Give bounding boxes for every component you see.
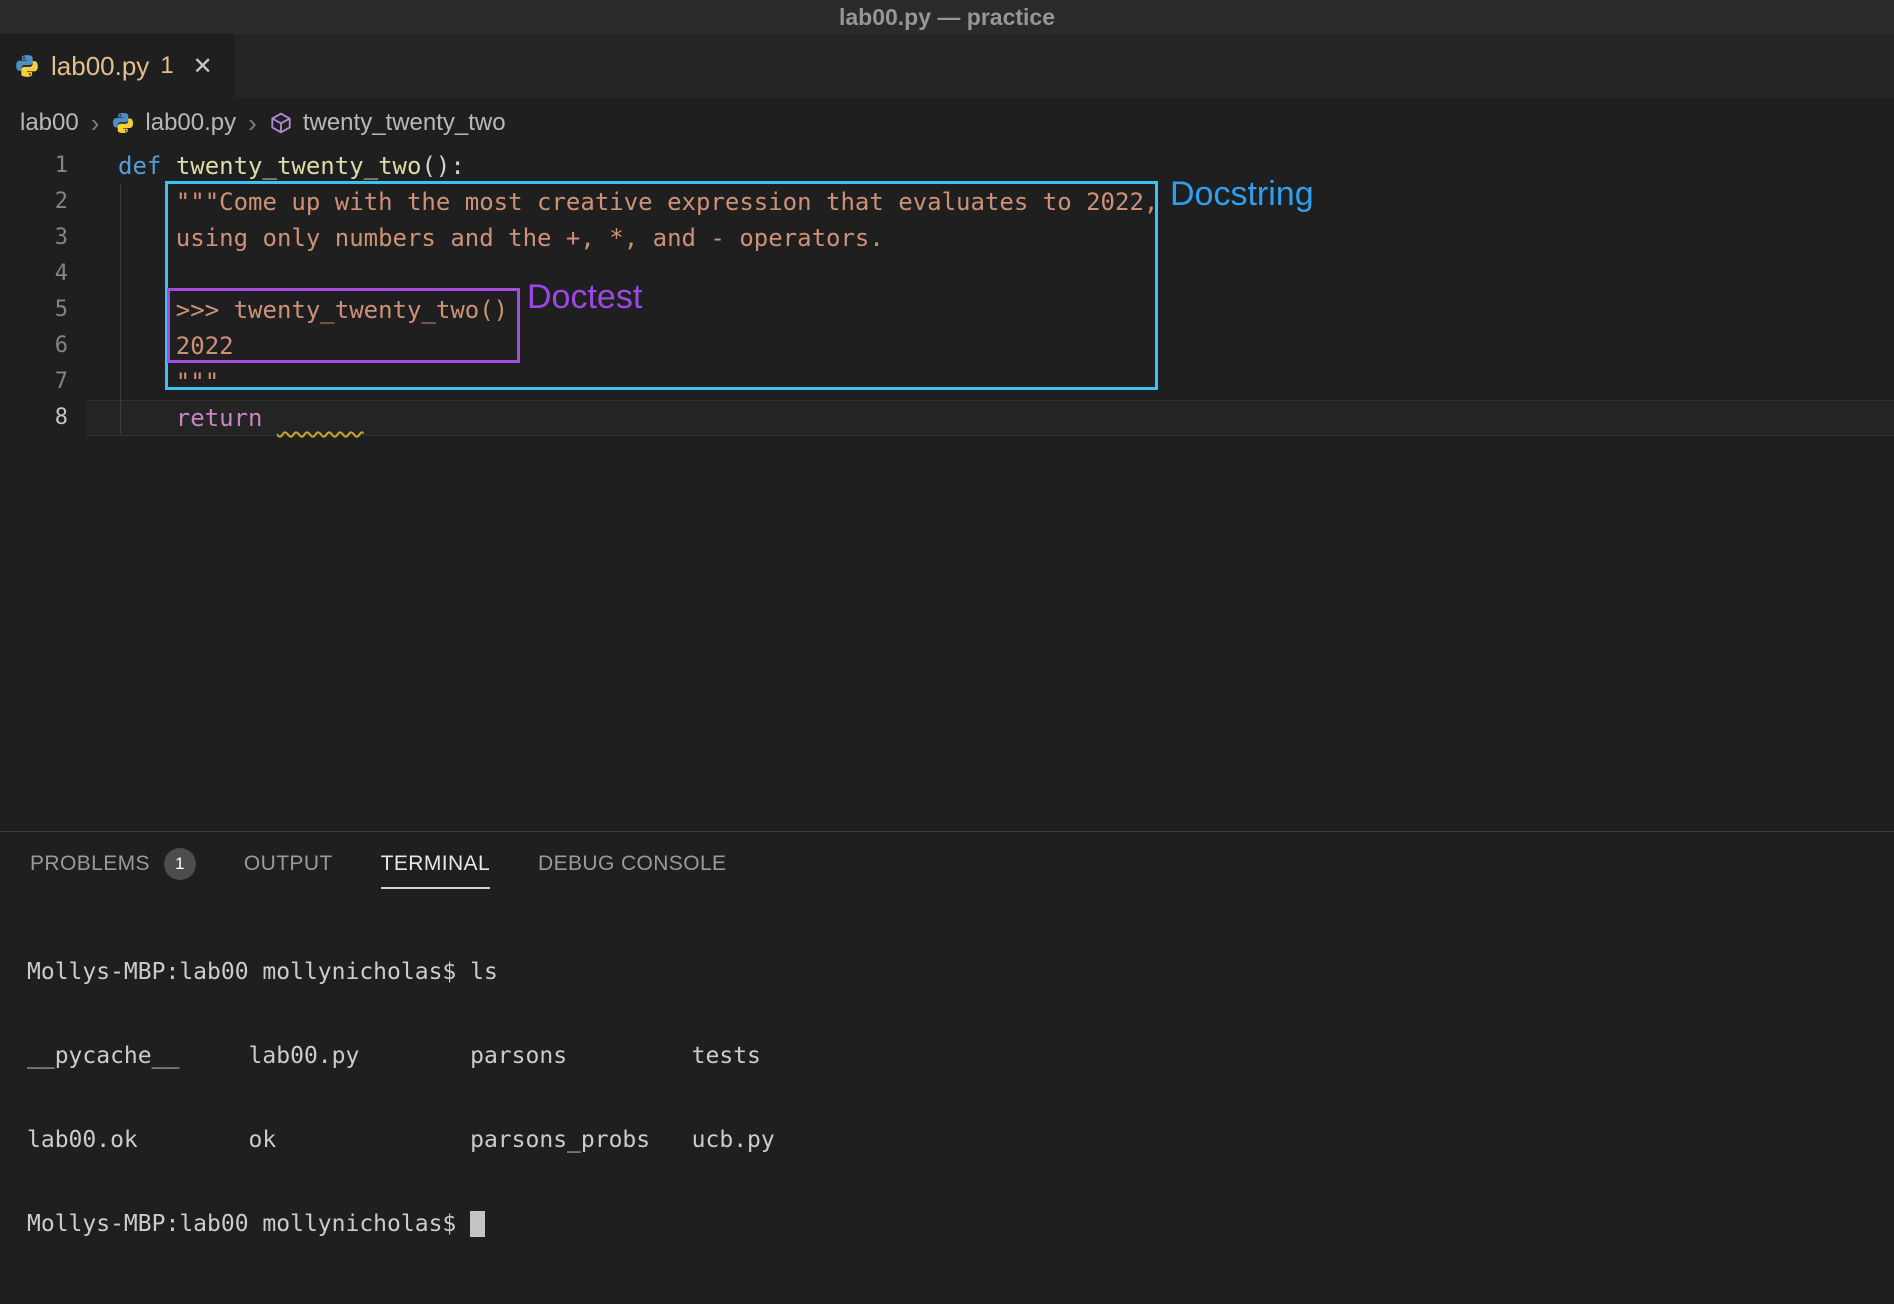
code-text[interactable]: """Come up with the most creative expres… (86, 184, 1894, 220)
python-icon (111, 111, 135, 135)
panel-tab-bar: PROBLEMS 1 OUTPUT TERMINAL DEBUG CONSOLE (0, 832, 1894, 896)
terminal-cursor (470, 1211, 485, 1237)
code-token (118, 368, 176, 396)
terminal-line: lab00.ok ok parsons_probs ucb.py (27, 1126, 1894, 1154)
line-number[interactable]: 5 (0, 292, 86, 328)
terminal-prompt-line: Mollys-MBP:lab00 mollynicholas$ (27, 1210, 1894, 1238)
code-token (263, 404, 277, 432)
tab-problem-count: 1 (160, 52, 173, 80)
editor-tab-lab00[interactable]: lab00.py 1 ✕ (0, 34, 234, 98)
code-token: (): (421, 152, 464, 180)
problems-count-badge: 1 (164, 848, 196, 880)
code-text[interactable]: def twenty_twenty_two(): (86, 148, 1894, 184)
code-token: using only numbers and the +, *, and - o… (176, 224, 884, 252)
line-number[interactable]: 7 (0, 364, 86, 400)
line-number[interactable]: 1 (0, 148, 86, 184)
breadcrumb-file[interactable]: lab00.py (145, 109, 236, 137)
tab-debug-console[interactable]: DEBUG CONSOLE (538, 832, 726, 896)
debug-console-label: DEBUG CONSOLE (538, 852, 726, 876)
vscode-window: lab00.py — practice lab00.py 1 ✕ lab00 ›… (0, 0, 1894, 1304)
tab-problems[interactable]: PROBLEMS 1 (30, 832, 196, 896)
terminal-prompt: Mollys-MBP:lab00 mollynicholas$ (27, 1211, 470, 1237)
line-number[interactable]: 4 (0, 256, 86, 292)
code-text[interactable]: return (86, 400, 1894, 436)
code-token: >>> twenty_twenty_two() (176, 296, 508, 324)
code-line[interactable]: 6 2022 (0, 328, 1894, 364)
code-token (161, 152, 175, 180)
code-token: """Come up with the most creative expres… (176, 188, 1159, 216)
line-number[interactable]: 2 (0, 184, 86, 220)
code-line[interactable]: 4 (0, 256, 1894, 292)
code-line[interactable]: 3 using only numbers and the +, *, and -… (0, 220, 1894, 256)
code-token (118, 404, 176, 432)
breadcrumb-symbol[interactable]: twenty_twenty_two (303, 109, 506, 137)
chevron-right-icon: › (89, 108, 102, 139)
code-line[interactable]: 5 >>> twenty_twenty_two() (0, 292, 1894, 328)
code-line[interactable]: 7 """ (0, 364, 1894, 400)
symbol-cube-icon (269, 111, 293, 135)
code-token: def (118, 152, 161, 180)
close-icon[interactable]: ✕ (193, 52, 213, 81)
line-number[interactable]: 6 (0, 328, 86, 364)
code-token (118, 224, 176, 252)
code-lines: 1def twenty_twenty_two():2 """Come up wi… (0, 148, 1894, 436)
code-text[interactable]: >>> twenty_twenty_two() (86, 292, 1894, 328)
window-title: lab00.py — practice (839, 4, 1055, 31)
output-label: OUTPUT (244, 852, 333, 876)
bottom-panel: PROBLEMS 1 OUTPUT TERMINAL DEBUG CONSOLE… (0, 831, 1894, 1304)
code-line[interactable]: 2 """Come up with the most creative expr… (0, 184, 1894, 220)
tab-filename: lab00.py (51, 51, 149, 82)
code-token: twenty_twenty_two (176, 152, 422, 180)
code-token: """ (176, 368, 219, 396)
tab-terminal[interactable]: TERMINAL (381, 832, 490, 896)
code-text[interactable]: using only numbers and the +, *, and - o… (86, 220, 1894, 256)
terminal-line: Mollys-MBP:lab00 mollynicholas$ ls (27, 958, 1894, 986)
line-number[interactable]: 8 (0, 400, 86, 436)
python-icon (14, 53, 40, 79)
terminal[interactable]: Mollys-MBP:lab00 mollynicholas$ ls __pyc… (0, 896, 1894, 1294)
line-number[interactable]: 3 (0, 220, 86, 256)
code-line[interactable]: 1def twenty_twenty_two(): (0, 148, 1894, 184)
problems-label: PROBLEMS (30, 852, 150, 876)
code-token: 2022 (176, 332, 234, 360)
chevron-right-icon: › (246, 108, 259, 139)
breadcrumb: lab00 › lab00.py › twenty_twenty_two (0, 98, 1894, 148)
code-token (118, 296, 176, 324)
code-token (118, 332, 176, 360)
warning-squiggle (277, 404, 364, 432)
code-text[interactable]: """ (86, 364, 1894, 400)
code-text[interactable] (86, 256, 1894, 292)
editor[interactable]: 1def twenty_twenty_two():2 """Come up wi… (0, 148, 1894, 831)
code-line[interactable]: 8 return (0, 400, 1894, 436)
code-token (118, 188, 176, 216)
tab-output[interactable]: OUTPUT (244, 832, 333, 896)
code-text[interactable]: 2022 (86, 328, 1894, 364)
tab-bar: lab00.py 1 ✕ (0, 34, 1894, 98)
code-token: return (176, 404, 263, 432)
titlebar: lab00.py — practice (0, 0, 1894, 34)
terminal-line: __pycache__ lab00.py parsons tests (27, 1042, 1894, 1070)
breadcrumb-folder[interactable]: lab00 (20, 109, 79, 137)
terminal-label: TERMINAL (381, 852, 490, 876)
indent-guide (120, 184, 121, 434)
